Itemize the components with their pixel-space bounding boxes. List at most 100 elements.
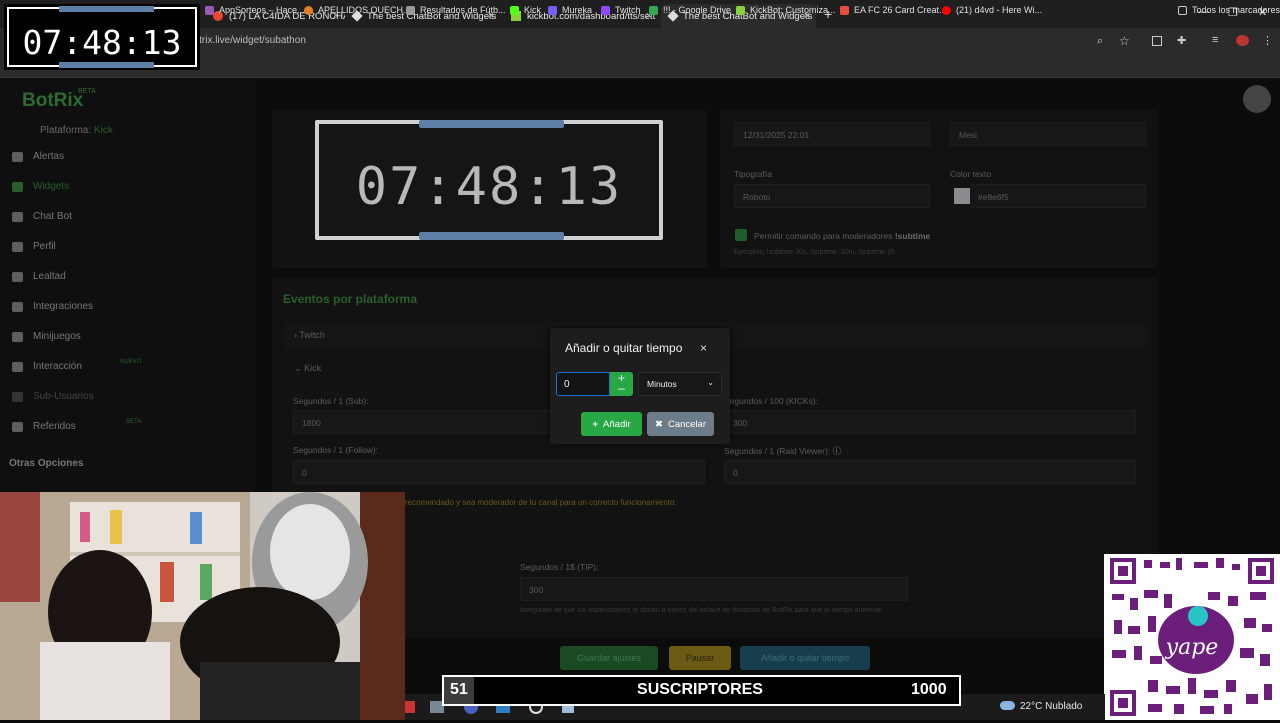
unit-select[interactable]: Minutos ⌄	[638, 372, 722, 396]
bookmark-item[interactable]: (21) d4vd - Here Wi...	[942, 5, 1042, 15]
overlay-timer-value: 07:48:13	[22, 23, 182, 62]
botrix-logo[interactable]: BotRix	[22, 90, 83, 112]
chevron-right-icon: ›	[294, 330, 297, 340]
sidebar-item-interaccion[interactable]: Interacción	[12, 361, 82, 372]
url-field[interactable]: botrix.live/widget/subathon	[188, 35, 306, 46]
font-label: Tipografía	[734, 169, 772, 179]
profile-avatar[interactable]	[1236, 35, 1249, 46]
subs-label: SUSCRIPTORES	[637, 681, 763, 698]
integrations-icon	[12, 301, 23, 312]
sidebar-item-alertas[interactable]: Alertas	[12, 151, 64, 162]
chevron-down-icon: ⌄	[707, 378, 714, 387]
sidebar-item-lealtad[interactable]: Lealtad	[12, 271, 66, 282]
color-text-field[interactable]: #e8e6f5	[970, 184, 1146, 208]
cloud-icon	[12, 211, 23, 222]
bell-icon	[12, 151, 23, 162]
zoom-icon[interactable]: ⌕	[1097, 35, 1103, 48]
notice-text: recomendado y sea moderador de tu canal …	[405, 498, 677, 507]
bookmark-item[interactable]: Mureka	[548, 5, 592, 15]
other-options-heading: Otras Opciones	[9, 458, 84, 469]
svg-text:yape: yape	[1165, 635, 1219, 660]
beta-tag: BETA	[78, 88, 96, 95]
music-icon	[12, 361, 23, 372]
info-icon: ⓘ	[832, 446, 842, 456]
tip-seconds-input[interactable]: 300	[520, 577, 908, 601]
modal-title: Añadir o quitar tiempo	[565, 341, 683, 355]
subs-current: 51	[450, 681, 468, 698]
font-select[interactable]: Roboto	[734, 184, 930, 208]
raid-seconds-input[interactable]: 0	[724, 460, 1136, 484]
subs-goal-value: 1000	[911, 681, 947, 698]
kicks-label: Segundos / 100 (KICKs):	[724, 396, 819, 406]
yape-qr-code: yape	[1104, 554, 1280, 720]
add-remove-time-button[interactable]: Añadir o quitar tiempo	[740, 646, 870, 670]
bookmark-item[interactable]: Resultados de Fútb...	[406, 5, 506, 15]
bookmark-item[interactable]: EA FC 26 Card Creat...	[840, 5, 947, 15]
gamepad-icon	[12, 331, 23, 342]
webcam-feed	[0, 492, 405, 720]
sidebar-item-referidos[interactable]: Referidos	[12, 421, 76, 432]
users-icon	[12, 391, 23, 402]
sidebar-item-widgets[interactable]: Widgets	[12, 181, 69, 192]
tip-label: Segundos / 1$ (TIP):	[520, 562, 599, 572]
cancel-button[interactable]: ✖ Cancelar	[647, 412, 714, 436]
overlay-timer: 07:48:13	[4, 4, 200, 70]
follow-label: Segundos / 1 (Follow):	[293, 445, 379, 455]
user-avatar[interactable]	[1243, 85, 1271, 113]
menu-dots-icon[interactable]: ⋮	[1262, 34, 1273, 47]
referrals-icon	[12, 421, 23, 432]
end-date-field[interactable]: 12/31/2025 22:01	[734, 122, 930, 146]
color-swatch[interactable]	[954, 188, 971, 204]
close-icon: ✖	[655, 418, 663, 430]
profile-icon	[12, 241, 23, 252]
raid-label: Segundos / 1 (Raid Viewer): ⓘ	[724, 446, 842, 456]
chevron-down-icon: ⌄	[294, 363, 302, 373]
kicks-seconds-input[interactable]: 300	[724, 410, 1136, 434]
mod-command-checkbox[interactable]	[735, 229, 747, 241]
bookmark-item[interactable]: APELLIDOS QUECH...	[304, 5, 411, 15]
follow-seconds-input[interactable]: 0	[293, 460, 705, 484]
amount-stepper[interactable]: + –	[610, 372, 633, 396]
color-label: Color texto	[950, 169, 992, 179]
sidebar-item-chatbot[interactable]: Chat Bot	[12, 211, 72, 222]
add-button[interactable]: + Añadir	[581, 412, 642, 436]
sidebar-item-perfil[interactable]: Perfil	[12, 241, 56, 252]
tip-note: Asegúrate de que tus espectadores te don…	[520, 607, 884, 614]
beta-tag: BETA	[126, 419, 142, 425]
bookmark-item[interactable]: Twitch	[601, 5, 641, 15]
extensions-puzzle-icon[interactable]: ✚	[1177, 34, 1186, 47]
bookmark-item[interactable]: KickBot: Customiza...	[736, 5, 836, 15]
kick-accordion-label[interactable]: ⌄ Kick	[294, 363, 321, 374]
media-icon[interactable]: ≡	[1212, 34, 1218, 46]
minus-icon: –	[618, 381, 625, 395]
bookmark-item[interactable]: AppSorteos – Hace...	[205, 5, 305, 15]
amount-input[interactable]	[556, 372, 610, 396]
new-tag: NUEVO	[120, 359, 142, 365]
trophy-icon	[12, 271, 23, 282]
sub-label: Segundos / 1 (Sub):	[293, 396, 369, 406]
timer-preview: 07:48:13	[315, 120, 663, 240]
mod-command-label: Permitir comando para moderadores !subti…	[754, 231, 931, 241]
grid-icon	[12, 181, 23, 192]
all-bookmarks[interactable]: Todos los marcadores	[1178, 5, 1280, 15]
bookmark-star-icon[interactable]: ☆	[1119, 34, 1130, 48]
modal-close-icon[interactable]: ×	[700, 341, 707, 355]
platform-indicator: Plataforma: Kick	[40, 125, 113, 136]
save-settings-button[interactable]: Guardar ajustes	[560, 646, 658, 670]
twitch-accordion-label: › Twitch	[294, 330, 325, 340]
bookmark-item[interactable]: !!! - Google Drive	[649, 5, 731, 15]
plus-icon: +	[592, 418, 599, 430]
position-select[interactable]: Mesi	[950, 122, 1146, 146]
timer-preview-value: 07:48:13	[355, 157, 623, 217]
pause-button[interactable]: Pausar	[669, 646, 731, 670]
bookmark-item[interactable]: Kick	[510, 5, 541, 15]
sidebar-item-subusuarios[interactable]: Sub-Usuarios	[12, 391, 94, 402]
sidebar-item-minijuegos[interactable]: Minijuegos	[12, 331, 81, 342]
examples-text: Ejemplos: !subtime 30s, !subtime -10m, !…	[734, 249, 895, 256]
cloud-icon	[1000, 701, 1015, 710]
events-title: Eventos por plataforma	[283, 292, 418, 306]
taskbar-app-icon[interactable]	[405, 701, 415, 713]
extension-icon[interactable]	[1152, 36, 1162, 46]
sidebar-item-integraciones[interactable]: Integraciones	[12, 301, 93, 312]
weather-widget[interactable]: 22°C Nublado	[1020, 701, 1082, 712]
